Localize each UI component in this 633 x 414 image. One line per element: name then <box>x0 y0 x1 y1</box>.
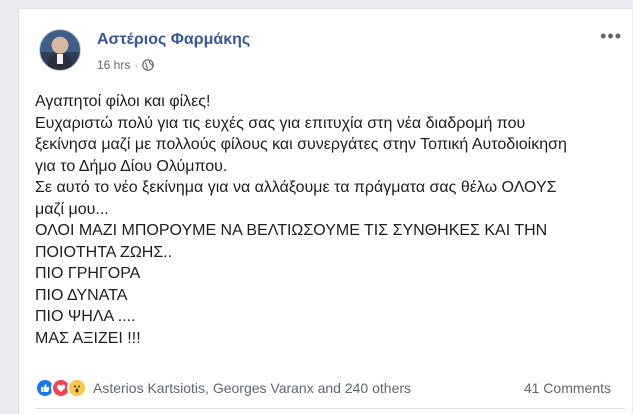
post-line: Αγαπητοί φίλοι και φίλες! <box>35 93 211 110</box>
avatar-collar-shape <box>57 54 63 64</box>
post-body: Αγαπητοί φίλοι και φίλες! Ευχαριστώ πολύ… <box>35 91 625 349</box>
post-line: Σε αυτό το νέο ξεκίνημα για να αλλάξουμε… <box>35 179 557 196</box>
post-line: ξεκίνησα μαζί με πολλούς φίλους και συνε… <box>35 136 567 153</box>
post-line: ΠΙΟ ΔΥΝΑΤΑ <box>35 286 128 304</box>
post-line: μαζί μου... <box>35 200 109 218</box>
post-timestamp[interactable]: 16 hrs <box>97 58 130 72</box>
post-line: ΜΑΣ ΑΞΙΖΕΙ !!! <box>35 329 141 347</box>
author-avatar[interactable] <box>39 29 81 71</box>
post-line: ΠΙΟ ΨΗΛΑ .... <box>35 308 136 325</box>
meta-separator: · <box>134 58 139 72</box>
more-options-icon[interactable]: ••• <box>600 27 622 45</box>
post-line: ΟΛΟΙ ΜΑΖΙ ΜΠΟΡΟΥΜΕ ΝΑ ΒΕΛΤΙΩΣΟΥΜΕ ΤΙΣ ΣΥ… <box>35 222 548 239</box>
wow-icon[interactable] <box>67 378 87 398</box>
post-meta: 16 hrs · <box>97 58 155 72</box>
post-footer: Asterios Kartsiotis, Georges Varanx and … <box>35 378 611 398</box>
post-line: ΠΟΙΟΤΗΤΑ ΖΩΗΣ.. <box>35 243 173 261</box>
author-name-link[interactable]: Αστέριος Φαρμάκης <box>97 31 250 49</box>
reaction-names-link[interactable]: Asterios Kartsiotis, Georges Varanx and … <box>93 380 411 396</box>
post-card: Αστέριος Φαρμάκης 16 hrs · ••• Αγαπητοί … <box>18 8 632 414</box>
post-line: ΠΙΟ ΓΡΗΓΟΡΑ <box>35 265 141 282</box>
post-line: Ευχαριστώ πολύ για τις ευχές σας για επι… <box>35 114 526 132</box>
globe-icon[interactable] <box>142 59 155 71</box>
footer-divider <box>35 408 625 409</box>
reaction-icons[interactable] <box>35 378 87 398</box>
comments-count-link[interactable]: 41 Comments <box>524 380 611 396</box>
post-line: για το Δήμο Δίου Ολύμπου. <box>35 157 228 175</box>
